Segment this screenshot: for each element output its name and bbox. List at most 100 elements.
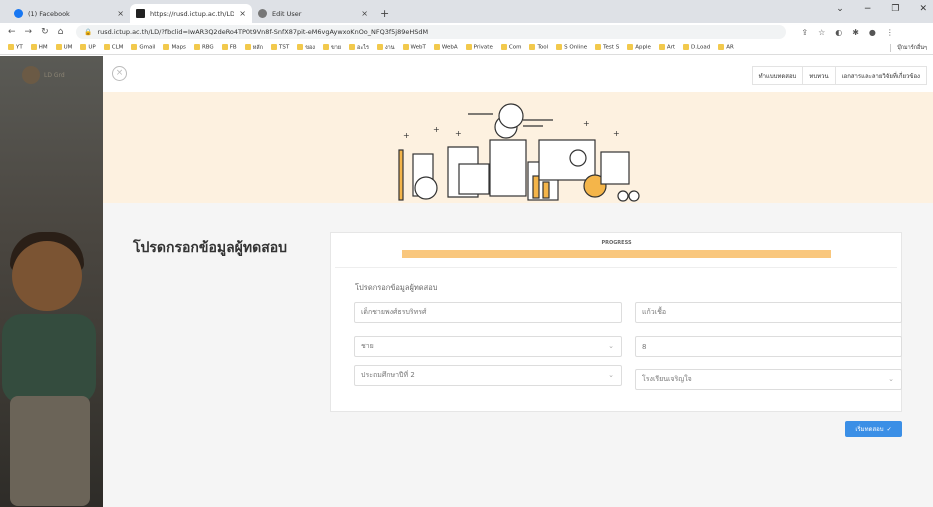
- folder-icon: [103, 44, 110, 51]
- folder-icon: [529, 44, 536, 51]
- bookmark-item[interactable]: UM: [55, 44, 72, 51]
- url-field[interactable]: 🔒 rusd.ictup.ac.th/LD/?fbclid=IwAR3Q2deR…: [76, 25, 787, 39]
- bookmark-label: AR: [726, 44, 734, 51]
- gender-select[interactable]: ชาย ⌄: [354, 336, 622, 357]
- age-field[interactable]: 8: [635, 336, 902, 357]
- bookmark-label: Apple: [635, 44, 651, 51]
- school-value: โรงเรียนเจริญใจ: [642, 375, 692, 383]
- bookmark-item[interactable]: งาน: [377, 44, 395, 52]
- section-title: โปรดกรอกข้อมูลผู้ทดสอบ: [355, 283, 438, 292]
- home-icon[interactable]: ⌂: [58, 27, 64, 37]
- bookmark-label: CLM: [111, 44, 124, 51]
- back-icon[interactable]: ←: [8, 27, 16, 37]
- bookmark-item[interactable]: RBG: [193, 44, 214, 51]
- bookmark-item[interactable]: Private: [465, 44, 493, 51]
- nav-documents[interactable]: เอกสารและลายวิจัยที่เกี่ยวข้อง: [836, 67, 926, 84]
- lock-icon: 🔒: [84, 28, 93, 36]
- nav-take-test[interactable]: ทำแบบทดสอบ: [753, 67, 804, 84]
- star-icon[interactable]: ☆: [818, 28, 825, 37]
- tab-title: https://rusd.ictup.ac.th/LD/?fbcl: [150, 9, 235, 18]
- tab-facebook[interactable]: (1) Facebook ×: [8, 4, 130, 23]
- divider: [335, 267, 897, 268]
- bookmark-item[interactable]: Art: [658, 44, 676, 51]
- header-banner: + + + + +: [103, 92, 933, 203]
- menu-icon[interactable]: ⋮: [886, 28, 894, 37]
- bookmark-label: Com: [508, 44, 522, 51]
- banner-illustration: + + + + +: [398, 103, 640, 202]
- start-test-button[interactable]: เริ่มทดสอบ ✓: [845, 421, 902, 437]
- name-field[interactable]: เด็กชายพงศ์ธรบริทรศ์: [354, 302, 622, 323]
- bookmark-item[interactable]: หลัก: [244, 44, 263, 52]
- bookmark-item[interactable]: Tool: [529, 44, 548, 51]
- bookmark-item[interactable]: Test S: [595, 44, 619, 51]
- puzzle-icon[interactable]: ✱: [852, 28, 859, 37]
- folder-icon: [297, 44, 304, 50]
- grade-value: ประถมศึกษาปีที่ 2: [361, 371, 415, 379]
- share-icon[interactable]: ⇪: [801, 28, 808, 37]
- grade-select[interactable]: ประถมศึกษาปีที่ 2 ⌄: [354, 365, 622, 386]
- restore-icon[interactable]: ❐: [891, 4, 899, 14]
- start-test-label: เริ่มทดสอบ: [855, 426, 884, 433]
- close-icon[interactable]: ×: [112, 66, 127, 81]
- minimize-icon[interactable]: −: [864, 4, 872, 14]
- bookmark-item[interactable]: D.Load: [683, 44, 710, 51]
- folder-icon: [80, 44, 87, 51]
- nav-review[interactable]: ทบทวน: [803, 67, 836, 84]
- bookmark-item[interactable]: ของ: [297, 44, 315, 52]
- browser-tab-strip: (1) Facebook × https://rusd.ictup.ac.th/…: [0, 0, 933, 23]
- figure-head: [12, 241, 82, 311]
- bookmark-item[interactable]: S Online: [556, 44, 587, 51]
- folder-icon: [556, 44, 563, 51]
- folder-icon: [433, 44, 440, 51]
- bookmark-label: S Online: [564, 44, 588, 51]
- bookmark-label: WebT: [410, 44, 426, 51]
- bookmark-item[interactable]: WebT: [402, 44, 426, 51]
- bookmark-item[interactable]: ขาย: [322, 44, 341, 52]
- new-tab-button[interactable]: +: [380, 7, 389, 20]
- folder-icon: [402, 44, 409, 51]
- progress-label: PROGRESS: [601, 240, 632, 246]
- card-top-border: [330, 232, 902, 235]
- bookmark-item[interactable]: Apple: [627, 44, 651, 51]
- bookmark-item[interactable]: TST: [270, 44, 289, 51]
- profile-icon[interactable]: ●: [869, 28, 876, 37]
- folder-icon: [270, 44, 277, 51]
- tab-search-icon[interactable]: ⌄: [836, 4, 844, 14]
- tab-edit-user[interactable]: Edit User ×: [252, 4, 374, 23]
- bookmark-item[interactable]: CLM: [103, 44, 124, 51]
- nickname-field[interactable]: แก้วเชื้อ: [635, 302, 902, 323]
- bookmark-label: FB: [229, 44, 237, 51]
- close-window-icon[interactable]: ✕: [919, 4, 927, 14]
- bookmark-item[interactable]: UP: [80, 44, 96, 51]
- other-bookmarks[interactable]: บุ๊กมาร์กอื่นๆ: [890, 43, 933, 52]
- bookmark-item[interactable]: HM: [30, 44, 48, 51]
- bookmark-item[interactable]: FB: [221, 44, 237, 51]
- folder-icon: [349, 44, 356, 50]
- reload-icon[interactable]: ↻: [41, 27, 49, 37]
- folder-icon: [658, 44, 665, 51]
- folder-icon: [131, 44, 138, 51]
- forward-icon[interactable]: →: [25, 27, 33, 37]
- figure-body: [2, 314, 96, 404]
- bookmark-label: YT: [16, 44, 23, 51]
- page-title: โปรดกรอกข้อมูลผู้ทดสอบ: [133, 240, 288, 256]
- bookmark-item[interactable]: YT: [8, 44, 23, 51]
- chevron-down-icon: ⌄: [888, 375, 894, 383]
- bookmark-label: Art: [666, 44, 676, 51]
- bookmark-item[interactable]: WebA: [433, 44, 458, 51]
- svg-text:+: +: [613, 129, 620, 138]
- bookmark-label: Test S: [603, 44, 620, 51]
- bookmark-item[interactable]: Gmail: [131, 44, 155, 51]
- bookmark-item[interactable]: AR: [718, 44, 734, 51]
- bookmark-item[interactable]: อะไร: [349, 44, 369, 52]
- tab-rusd[interactable]: https://rusd.ictup.ac.th/LD/?fbcl ×: [130, 4, 252, 23]
- site-icon: [136, 9, 145, 18]
- close-tab-icon[interactable]: ×: [239, 9, 246, 18]
- extension-icon[interactable]: ◐: [835, 28, 842, 37]
- close-tab-icon[interactable]: ×: [361, 9, 368, 18]
- close-tab-icon[interactable]: ×: [117, 9, 124, 18]
- folder-icon: [595, 44, 602, 51]
- school-select[interactable]: โรงเรียนเจริญใจ ⌄: [635, 369, 902, 390]
- bookmark-item[interactable]: Com: [500, 44, 522, 51]
- bookmark-item[interactable]: Maps: [163, 44, 186, 51]
